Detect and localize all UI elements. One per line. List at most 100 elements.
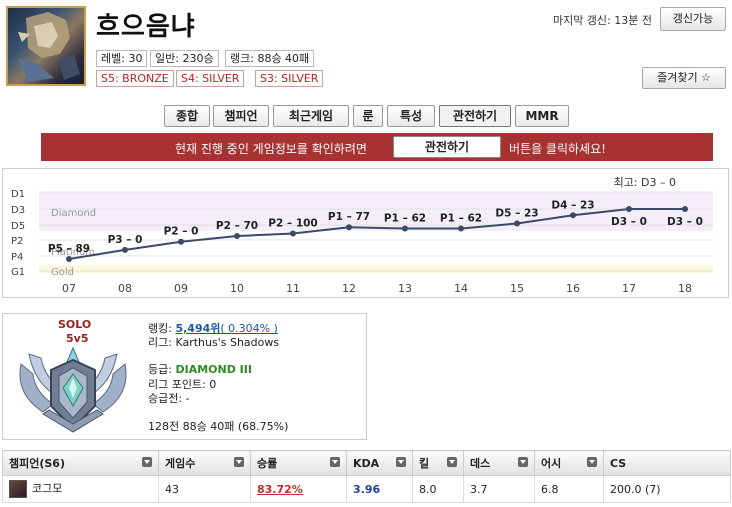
col-header-games[interactable]: 게임수: [158, 450, 251, 476]
col-header-champion[interactable]: 챔피언(S6): [2, 450, 159, 476]
data-point: [458, 225, 464, 232]
col-header-kda[interactable]: KDA: [346, 450, 413, 476]
ranked-record-badge: 랭크: 88승 40패: [225, 50, 315, 67]
x-tick-label: 07: [62, 282, 76, 295]
table-header-row: 챔피언(S6) 게임수 승률 KDA 킬 데스 어시 CS: [2, 450, 731, 476]
champion-stats-table: 챔피언(S6) 게임수 승률 KDA 킬 데스 어시 CS 코그모 43 83.…: [2, 450, 731, 503]
sort-icon[interactable]: [142, 457, 152, 467]
gold-band: [39, 265, 713, 273]
y-tick-label: D3: [11, 205, 25, 216]
data-label: D3 – 0: [611, 216, 647, 228]
data-point: [570, 212, 576, 219]
tab-spectate[interactable]: 관전하기: [439, 105, 511, 127]
banner-text-after: 버튼을 클릭하세요!: [509, 142, 606, 156]
solo-rank-card: SOLO 5v5 랭킹: 5,494위( 0.304% ) 리그: Karthu…: [2, 313, 367, 440]
rank-history-chart: D1D3D5P2P4G1DiamondPlatinumGold최고: D3 – …: [11, 176, 713, 295]
data-point: [402, 225, 408, 232]
winrate-value: 83.72%: [257, 482, 303, 496]
best-rank-label: 최고: D3 – 0: [614, 176, 676, 189]
season-badge-s5: S5: BRONZE: [96, 70, 174, 87]
tier-label: 등급:: [148, 363, 176, 376]
data-label: P5 – 89: [48, 243, 90, 255]
sort-icon[interactable]: [447, 457, 457, 467]
update-button[interactable]: 갱신가능: [660, 7, 726, 31]
y-tick-label: D5: [11, 221, 25, 232]
banner-text-before: 현재 진행 중인 게임정보를 확인하려면: [175, 142, 367, 156]
tab-runes[interactable]: 룬: [353, 105, 383, 127]
tab-masteries[interactable]: 특성: [387, 105, 435, 127]
data-label: D3 – 0: [667, 216, 703, 228]
tab-champions[interactable]: 챔피언: [213, 105, 269, 127]
sort-icon[interactable]: [518, 457, 528, 467]
col-header-deaths[interactable]: 데스: [463, 450, 535, 476]
data-label: P2 – 100: [268, 218, 317, 230]
cell-kills: 8.0: [412, 475, 464, 503]
champion-portrait-icon: [9, 480, 27, 498]
summoner-name: 흐으음냐: [96, 12, 196, 42]
data-point: [122, 246, 128, 253]
season-badge-s4: S4: SILVER: [176, 70, 245, 87]
x-tick-label: 11: [286, 282, 300, 295]
table-row: 코그모 43 83.72% 3.96 8.0 3.7 6.8 200.0 (7): [2, 475, 731, 503]
data-point: [346, 224, 352, 231]
season-badge-s3: S3: SILVER: [255, 70, 324, 87]
favorite-button[interactable]: 즐겨찾기 ☆: [642, 67, 726, 89]
tab-overview[interactable]: 종합: [164, 105, 210, 127]
queue-type: SOLO: [58, 318, 92, 331]
sort-icon[interactable]: [396, 457, 406, 467]
sort-icon[interactable]: [587, 457, 597, 467]
league-name: 리그: Karthus's Shadows: [148, 336, 280, 349]
y-tick-label: P4: [11, 252, 23, 263]
col-header-kills[interactable]: 킬: [412, 450, 464, 476]
cell-champion: 코그모: [2, 475, 159, 503]
cell-kda: 3.96: [346, 475, 413, 503]
x-tick-label: 13: [398, 282, 412, 295]
x-tick-label: 17: [622, 282, 636, 295]
col-header-assists[interactable]: 어시: [534, 450, 604, 476]
x-tick-label: 09: [174, 282, 188, 295]
tier-band-label: Diamond: [51, 208, 96, 219]
rank-history-chart-panel: D1 D3 D5 P2 P4 G1 Diamond Platinum Gold 최고: D3 – …: [2, 168, 729, 298]
tier-row: 등급: DIAMOND III: [148, 361, 252, 377]
tab-recent-games[interactable]: 최근게임: [273, 105, 349, 127]
data-label: P2 – 70: [216, 220, 258, 232]
level-badge: 레벨: 30: [96, 50, 148, 67]
y-tick-label: G1: [11, 267, 25, 278]
cell-cs: 200.0 (7): [603, 475, 731, 503]
last-update-text: 마지막 갱신: 13분 전: [552, 14, 652, 27]
col-header-winrate[interactable]: 승률: [250, 450, 347, 476]
data-label: P3 – 0: [108, 234, 143, 246]
profile-icon: [6, 6, 86, 86]
tier-band-label: Gold: [51, 267, 74, 278]
data-point: [178, 238, 184, 245]
x-tick-label: 12: [342, 282, 356, 295]
data-label: P1 – 77: [328, 211, 370, 223]
ranked-record: 128전 88승 40패 (68.75%): [148, 420, 289, 433]
data-label: P1 – 62: [440, 212, 482, 224]
data-point: [514, 220, 520, 227]
data-point: [626, 206, 632, 212]
y-tick-label: D1: [11, 189, 25, 200]
sort-icon[interactable]: [234, 457, 244, 467]
data-point: [234, 233, 240, 240]
cell-games: 43: [158, 475, 251, 503]
banner-spectate-button[interactable]: 관전하기: [393, 136, 501, 158]
tier-value: DIAMOND III: [175, 363, 252, 376]
col-header-cs[interactable]: CS: [603, 450, 731, 476]
promotion-status: 승급전: -: [148, 392, 190, 405]
normal-wins-badge: 일반: 230승: [150, 50, 219, 67]
kda-value: 3.96: [353, 482, 381, 496]
x-tick-label: 18: [678, 282, 692, 295]
tab-mmr[interactable]: MMR: [515, 105, 569, 127]
data-label: D5 – 23: [495, 207, 538, 219]
data-label: P1 – 62: [384, 212, 426, 224]
x-tick-label: 16: [566, 282, 580, 295]
diamond-emblem-icon: [13, 344, 133, 439]
data-point: [66, 256, 72, 262]
x-tick-label: 08: [118, 282, 132, 295]
sort-icon[interactable]: [330, 457, 340, 467]
data-label: P2 – 0: [164, 226, 199, 238]
data-point: [682, 206, 688, 212]
champion-name[interactable]: 코그모: [32, 482, 62, 495]
data-label: D4 – 23: [551, 199, 594, 211]
